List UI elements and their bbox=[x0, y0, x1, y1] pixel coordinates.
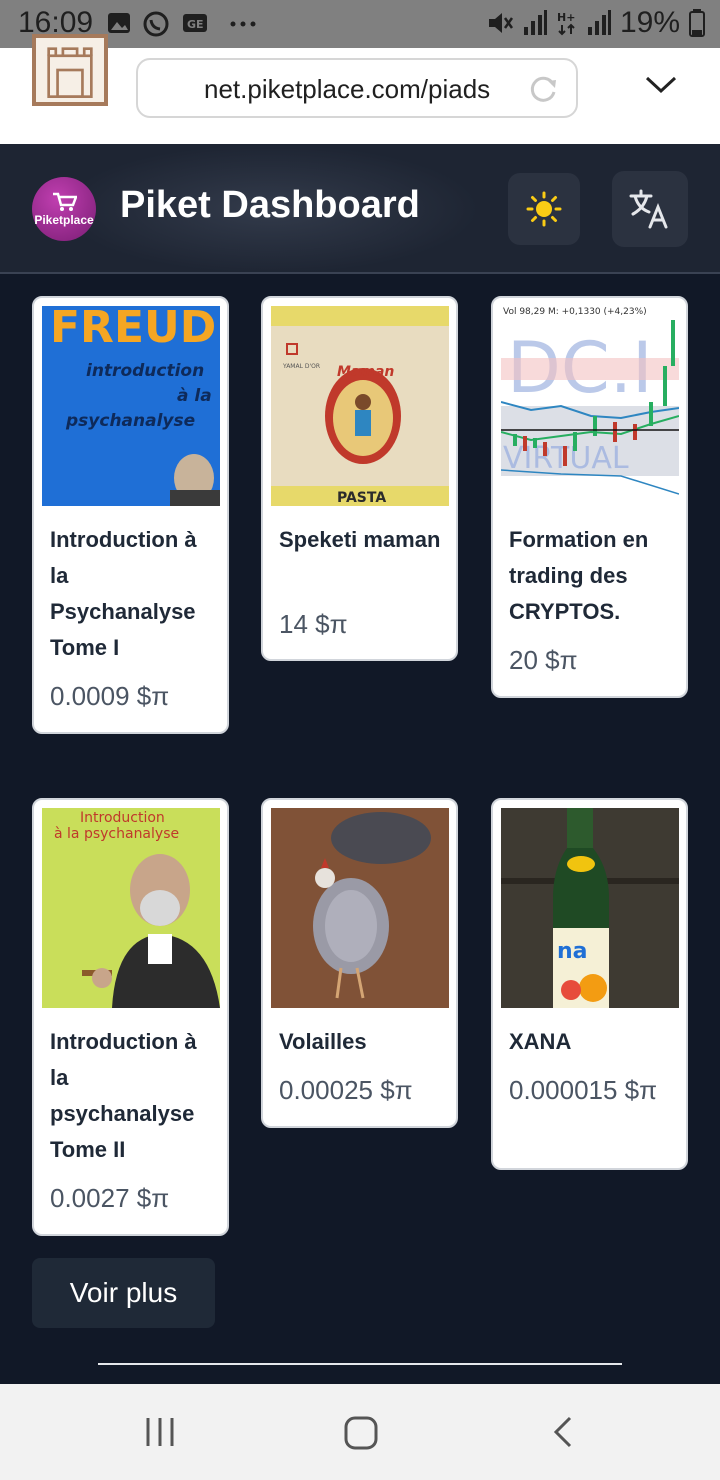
home-icon[interactable] bbox=[342, 1414, 380, 1452]
signal-icon bbox=[523, 10, 547, 35]
product-price: 20 $π bbox=[509, 645, 578, 675]
status-right: H+ 19% bbox=[486, 6, 706, 40]
product-card[interactable]: na XANA 0.000015 $π bbox=[491, 798, 688, 1170]
cart-icon bbox=[53, 192, 77, 211]
book1-line2: à la bbox=[177, 386, 212, 406]
page-title: Piket Dashboard bbox=[120, 184, 420, 226]
theme-toggle-button[interactable] bbox=[508, 173, 580, 245]
mute-icon bbox=[488, 13, 513, 33]
battery-percent: 19% bbox=[619, 6, 680, 39]
product-image[interactable]: FREUD introduction à la psychanalyse bbox=[42, 306, 220, 506]
product-image[interactable]: YAMAL D'OR Maman PASTA bbox=[271, 306, 449, 506]
chevron-down-icon[interactable] bbox=[644, 74, 678, 96]
url-text: net.piketplace.com/piads bbox=[204, 74, 491, 104]
app-header: Piketplace Piket Dashboard bbox=[0, 144, 720, 274]
url-bar[interactable]: net.piketplace.com/piads bbox=[136, 58, 578, 118]
book2-line2: à la psychanalyse bbox=[54, 826, 179, 842]
product-price: 0.0009 $π bbox=[50, 681, 170, 711]
recent-apps-icon[interactable] bbox=[144, 1414, 176, 1450]
product-price: 14 $π bbox=[279, 609, 348, 639]
product-price: 0.000015 $π bbox=[509, 1075, 658, 1105]
pasta-small-text: YAMAL D'OR bbox=[282, 363, 320, 370]
product-title[interactable]: XANA bbox=[509, 1024, 677, 1060]
ge-icon: GE bbox=[183, 14, 207, 32]
divider bbox=[98, 1363, 622, 1365]
product-card[interactable]: Volailles 0.00025 $π bbox=[261, 798, 458, 1128]
svg-text:na: na bbox=[557, 939, 588, 964]
pasta-brand: Maman bbox=[337, 364, 394, 380]
piketplace-logo[interactable]: Piketplace bbox=[32, 177, 96, 241]
book2-line1: Introduction bbox=[80, 810, 165, 826]
see-more-button[interactable]: Voir plus bbox=[32, 1258, 215, 1328]
book1-top-text: FREUD bbox=[50, 306, 216, 353]
language-button[interactable] bbox=[612, 171, 688, 247]
back-icon[interactable] bbox=[550, 1414, 576, 1450]
translate-icon bbox=[629, 189, 668, 229]
pasta-label: PASTA bbox=[337, 490, 386, 506]
product-title[interactable]: Introduction à la Psychanalyse Tome I bbox=[50, 522, 218, 666]
product-card[interactable]: Vol 98,29 M: +0,1330 (+4,23%) DC.I VIRTU… bbox=[491, 296, 688, 698]
product-image[interactable] bbox=[271, 808, 449, 1008]
system-nav-bar bbox=[0, 1384, 720, 1480]
product-title[interactable]: Speketi maman bbox=[279, 522, 447, 558]
castle-logo-icon[interactable] bbox=[32, 34, 108, 106]
product-card[interactable]: YAMAL D'OR Maman PASTA Speketi maman 14 … bbox=[261, 296, 458, 661]
status-bar: 16:09 GE H+ 19% bbox=[0, 0, 720, 48]
browser-bar: ⟵ net.piketplace.com/piads bbox=[0, 34, 720, 144]
product-title[interactable]: Introduction à la psychanalyse Tome II bbox=[50, 1024, 218, 1168]
product-image[interactable]: na bbox=[501, 808, 679, 1008]
product-title[interactable]: Formation en trading des CRYPTOS. bbox=[509, 522, 677, 630]
sun-icon bbox=[526, 191, 562, 227]
product-price: 0.0027 $π bbox=[50, 1183, 170, 1213]
book1-line3: psychanalyse bbox=[65, 411, 195, 431]
svg-text:H+: H+ bbox=[557, 11, 575, 24]
logo-text: Piketplace bbox=[34, 213, 94, 227]
whatsapp-icon bbox=[143, 11, 169, 37]
product-image[interactable]: Introduction à la psychanalyse bbox=[42, 808, 220, 1008]
battery-icon bbox=[689, 9, 705, 37]
reload-icon[interactable] bbox=[526, 72, 560, 106]
book1-line1: introduction bbox=[86, 361, 204, 381]
signal-icon-2 bbox=[587, 10, 611, 35]
more-dots-icon bbox=[230, 21, 256, 27]
product-card[interactable]: FREUD introduction à la psychanalyse Int… bbox=[32, 296, 229, 734]
product-title[interactable]: Volailles bbox=[279, 1024, 447, 1060]
trading-top-text: Vol 98,29 M: +0,1330 (+4,23%) bbox=[503, 307, 647, 317]
product-price: 0.00025 $π bbox=[279, 1075, 413, 1105]
hplus-icon: H+ bbox=[557, 11, 575, 36]
product-card[interactable]: Introduction à la psychanalyse Introduct… bbox=[32, 798, 229, 1236]
gallery-icon bbox=[108, 13, 130, 33]
product-image[interactable]: Vol 98,29 M: +0,1330 (+4,23%) DC.I VIRTU… bbox=[501, 306, 679, 506]
svg-text:GE: GE bbox=[187, 18, 204, 31]
